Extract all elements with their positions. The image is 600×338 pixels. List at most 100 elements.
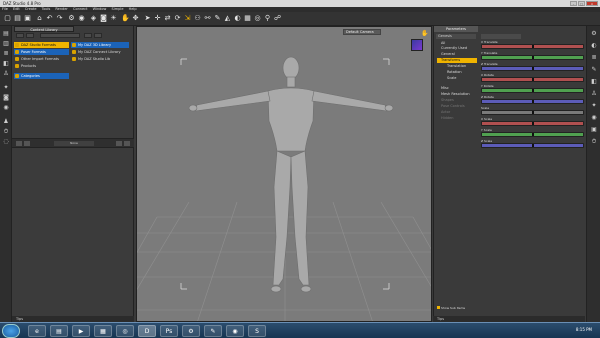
smart-content-tab-icon[interactable]: ▥ (2, 40, 10, 48)
posing-tab-icon[interactable]: ♙ (590, 90, 598, 98)
genesis-figure[interactable] (188, 56, 394, 293)
tree-rotation[interactable]: Rotation (437, 70, 477, 75)
tree-transforms[interactable]: Transforms (437, 58, 477, 63)
skype-icon[interactable]: S (248, 325, 266, 337)
region-icon[interactable]: ▦ (243, 14, 252, 23)
scene-tab-icon[interactable]: ≣ (2, 50, 10, 58)
y-translate-slider[interactable] (481, 55, 584, 60)
library-products[interactable]: Products (14, 63, 69, 69)
close-button[interactable]: × (586, 1, 598, 6)
slider-knob[interactable] (531, 67, 534, 70)
y-scale-slider[interactable] (481, 132, 584, 137)
tree-misc[interactable]: Misc (437, 86, 477, 91)
chrome-icon[interactable]: ◉ (226, 325, 244, 337)
menu-render[interactable]: Render (55, 7, 67, 11)
slider-knob[interactable] (531, 45, 534, 48)
menu-help[interactable]: Help (129, 7, 137, 11)
viewport[interactable]: Default Camera ✋ (136, 26, 432, 322)
library-poser-formats[interactable]: Poser Formats (14, 49, 69, 55)
aux-viewport-tab-icon[interactable]: ▣ (590, 126, 598, 134)
save-icon[interactable]: ▣ (23, 14, 32, 23)
undo-icon[interactable]: ↶ (45, 14, 54, 23)
menu-edit[interactable]: Edit (13, 7, 20, 11)
ie-icon[interactable]: e (28, 325, 46, 337)
parameters-tab-icon[interactable]: ⚙ (590, 30, 598, 38)
scene-tab-icon[interactable]: ≣ (590, 54, 598, 62)
tree-mesh-resolution[interactable]: Mesh Resolution (437, 92, 477, 97)
slider-knob[interactable] (531, 111, 534, 114)
slider-knob[interactable] (531, 78, 534, 81)
tree-shapes[interactable]: Shapes (437, 98, 477, 103)
open-icon[interactable]: ▤ (13, 14, 22, 23)
firefox-icon[interactable]: ◎ (116, 325, 134, 337)
pointer-icon[interactable]: ➤ (143, 14, 152, 23)
menu-connect[interactable]: Connect (73, 7, 87, 11)
z-translate-slider[interactable] (481, 66, 584, 71)
home-icon[interactable]: ⌂ (35, 14, 44, 23)
morph-icon[interactable]: ☍ (273, 14, 282, 23)
tree-translation[interactable]: Translation (437, 64, 477, 69)
timeline-tab-icon[interactable]: ⏱ (590, 138, 598, 146)
z-scale-slider[interactable] (481, 143, 584, 148)
render-settings-icon[interactable]: ⚙ (67, 14, 76, 23)
z-rotate-slider[interactable] (481, 99, 584, 104)
tree-scale[interactable]: Scale (437, 76, 477, 81)
node-select[interactable]: Genesis (436, 34, 476, 39)
node-icon[interactable]: ⚇ (193, 14, 202, 23)
shaping-tab-icon[interactable]: ◧ (2, 60, 10, 68)
posing-tab-icon[interactable]: ♙ (2, 70, 10, 78)
menu-file[interactable]: File (2, 7, 8, 11)
translate-icon[interactable]: ⇄ (163, 14, 172, 23)
lights-tab-icon[interactable]: ✦ (590, 102, 598, 110)
rotate-icon[interactable]: ⟳ (173, 14, 182, 23)
new-icon[interactable]: ▢ (3, 14, 12, 23)
daz-icon[interactable]: D (138, 325, 156, 337)
start-button[interactable] (2, 324, 20, 338)
lights-tab-icon[interactable]: ✦ (2, 84, 10, 92)
explorer-icon[interactable]: ▤ (50, 325, 68, 337)
system-clock[interactable]: 8:15 PM (576, 327, 592, 332)
y-rotate-slider[interactable] (481, 88, 584, 93)
surfaces-tab-icon[interactable]: ◐ (590, 42, 598, 50)
redo-icon[interactable]: ↷ (55, 14, 64, 23)
render-settings-tab-icon[interactable]: ◉ (590, 114, 598, 122)
view-icon[interactable] (116, 141, 122, 146)
folder-icon[interactable]: ▦ (94, 325, 112, 337)
filter-select[interactable]: None (54, 141, 94, 146)
joint-icon[interactable]: ⚯ (203, 14, 212, 23)
content-library-tab[interactable]: Content Library (14, 26, 74, 32)
move-icon[interactable]: ✥ (131, 14, 140, 23)
surfaces-tab-icon[interactable]: ◌ (2, 138, 10, 146)
minimize-button[interactable]: – (570, 1, 577, 6)
x-rotate-slider[interactable] (481, 77, 584, 82)
library-categories[interactable]: Categories (14, 73, 69, 79)
tree-hidden[interactable]: Hidden (437, 116, 477, 121)
nav-back-icon[interactable] (16, 33, 24, 38)
menu-icon[interactable] (124, 141, 130, 146)
parameters-tab[interactable]: Parameters (434, 26, 478, 32)
geometry-icon[interactable]: ◭ (223, 14, 232, 23)
menu-window[interactable]: Window (93, 7, 107, 11)
library-other-import-formats[interactable]: Other Import Formats (14, 56, 69, 62)
maximize-button[interactable]: □ (578, 1, 585, 6)
light-icon[interactable]: ☀ (109, 14, 118, 23)
slider-knob[interactable] (531, 56, 534, 59)
scale-slider[interactable] (481, 110, 584, 115)
photoshop-icon[interactable]: Ps (160, 325, 178, 337)
settings-icon[interactable]: ⚙ (182, 325, 200, 337)
library-my-daz-studio-lib[interactable]: My DAZ Studio Lib (71, 56, 129, 62)
content-view-icon[interactable] (84, 33, 92, 38)
tree-actor[interactable]: Actor (437, 110, 477, 115)
library-my-daz-3d-library[interactable]: My DAZ 3D Library (71, 42, 129, 48)
library-daz-studio-formats[interactable]: DAZ Studio Formats (14, 42, 69, 48)
content-search-input[interactable] (40, 33, 80, 38)
hand-icon[interactable]: ✋ (421, 30, 429, 38)
menu-tools[interactable]: Tools (42, 7, 51, 11)
hand-icon[interactable]: ✋ (121, 14, 130, 23)
menu-simple[interactable]: Simple (112, 7, 124, 11)
parameter-search-input[interactable] (481, 34, 521, 39)
cameras-tab-icon[interactable]: ◙ (2, 94, 10, 102)
tool-settings-tab-icon[interactable]: ✎ (590, 66, 598, 74)
cube-icon[interactable]: ◈ (89, 14, 98, 23)
tree-pose-controls[interactable]: Pose Controls (437, 104, 477, 109)
